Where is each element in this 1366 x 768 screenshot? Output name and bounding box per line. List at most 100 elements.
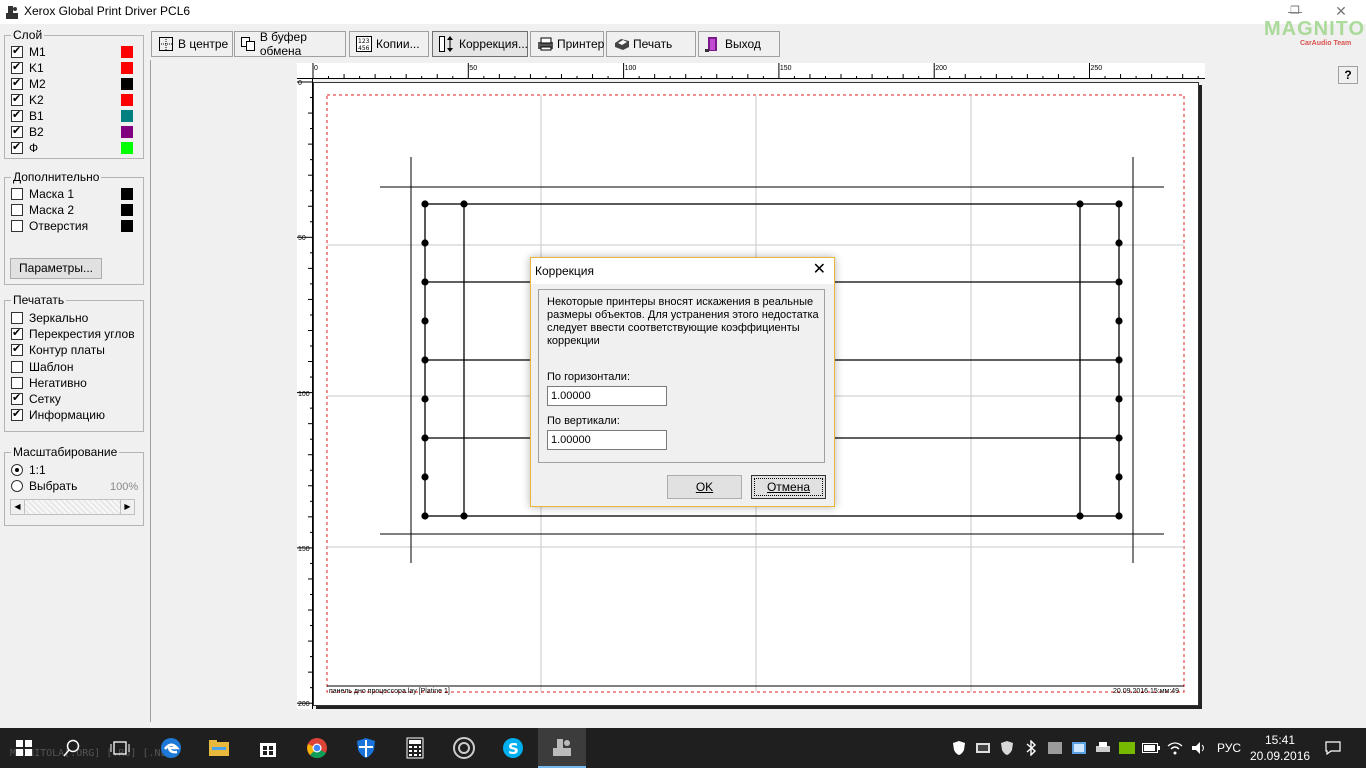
print-option-checkbox[interactable] [11, 327, 23, 341]
vertical-input[interactable] [547, 430, 667, 450]
radio-custom[interactable] [11, 480, 23, 492]
task-view-icon[interactable] [96, 728, 144, 768]
defender-icon[interactable] [342, 728, 390, 768]
layer-row[interactable]: Ф [11, 141, 38, 155]
extra-checkbox[interactable] [11, 188, 23, 200]
print-option-row[interactable]: Информацию [11, 408, 105, 422]
print-option-checkbox[interactable] [11, 312, 23, 324]
network-drive-tray-icon[interactable] [972, 728, 994, 768]
layer-color-swatch[interactable] [121, 142, 133, 154]
layer-checkbox[interactable] [11, 109, 23, 122]
device-tray-icon[interactable] [1044, 728, 1066, 768]
print-option-checkbox[interactable] [11, 392, 23, 405]
scale-option-1to1[interactable]: 1:1 [11, 463, 46, 477]
slider-right-arrow-icon[interactable]: ▶ [120, 500, 134, 514]
calculator-icon[interactable] [391, 728, 439, 768]
print-option-row[interactable]: Сетку [11, 392, 61, 406]
volume-icon[interactable] [1188, 728, 1210, 768]
print-button[interactable]: Печать [606, 31, 696, 57]
scale-option-1to1-label: 1:1 [29, 463, 46, 477]
print-option-checkbox[interactable] [11, 408, 23, 422]
layer-row[interactable]: B2 [11, 125, 44, 139]
extra-color-swatch[interactable] [121, 220, 133, 232]
print-option-checkbox[interactable] [11, 343, 23, 357]
print-option-checkbox[interactable] [11, 376, 23, 389]
store-icon[interactable] [244, 728, 292, 768]
ruler-horizontal: 0 50 100 150 200 250 [297, 63, 1205, 79]
file-explorer-icon[interactable] [195, 728, 243, 768]
extra-checkbox[interactable] [11, 220, 23, 232]
print-option-row[interactable]: Негативно [11, 376, 87, 390]
shield-tray-icon[interactable] [996, 728, 1018, 768]
print-option-checkbox[interactable] [11, 360, 23, 373]
layer-color-swatch[interactable] [121, 46, 133, 58]
dialog-close-button[interactable]: ✕ [813, 261, 826, 279]
print-option-row[interactable]: Перекрестия углов [11, 327, 135, 341]
layer-color-swatch[interactable] [121, 110, 133, 122]
layer-color-swatch[interactable] [121, 126, 133, 138]
layer-color-swatch[interactable] [121, 94, 133, 106]
layer-checkbox[interactable] [11, 77, 23, 90]
layer-color-swatch[interactable] [121, 62, 133, 74]
layer-row[interactable]: M2 [11, 77, 46, 91]
pcb-pad [421, 356, 429, 364]
printer-button[interactable]: Принтер [530, 31, 604, 57]
params-button[interactable]: Параметры... [10, 258, 102, 279]
layer-checkbox[interactable] [11, 141, 23, 154]
print-option-row[interactable]: Контур платы [11, 343, 105, 357]
bluetooth-icon[interactable] [1020, 728, 1042, 768]
nvidia-icon[interactable] [1116, 728, 1138, 768]
ok-button[interactable]: OK [667, 475, 742, 499]
cancel-button[interactable]: Отмена [751, 475, 826, 499]
print-option-label: Зеркально [29, 311, 89, 325]
print-option-row[interactable]: Зеркально [11, 311, 88, 325]
skype-icon[interactable]: S [489, 728, 537, 768]
layer-checkbox[interactable] [11, 45, 23, 58]
layer-checkbox[interactable] [11, 125, 23, 138]
security-tray-icon[interactable] [948, 728, 970, 768]
center-label: В центре [178, 37, 229, 51]
slider-left-arrow-icon[interactable]: ◀ [11, 500, 25, 514]
exit-button[interactable]: Выход [698, 31, 780, 57]
notifications-icon[interactable] [1318, 728, 1348, 768]
language-indicator[interactable]: РУС [1212, 728, 1246, 768]
clock[interactable]: 15:41 20.09.2016 [1250, 732, 1310, 764]
display-tray-icon[interactable] [1068, 728, 1090, 768]
extra-color-swatch[interactable] [121, 188, 133, 200]
layer-row[interactable]: K1 [11, 61, 44, 75]
extra-row[interactable]: Отверстия [11, 219, 88, 233]
layer-row[interactable]: M1 [11, 45, 46, 59]
center-button[interactable]: В центре [151, 31, 233, 57]
chrome-icon[interactable] [293, 728, 341, 768]
clipboard-button[interactable]: В буфер обмена [234, 30, 346, 58]
correction-button[interactable]: Коррекция... [432, 31, 528, 57]
edge-icon[interactable] [147, 728, 195, 768]
extra-color-swatch[interactable] [121, 204, 133, 216]
help-button[interactable]: ? [1338, 66, 1358, 84]
pcb-pad [421, 434, 429, 442]
layer-color-swatch[interactable] [121, 78, 133, 90]
scale-slider[interactable]: ◀ ▶ [10, 499, 135, 515]
layer-row[interactable]: K2 [11, 93, 44, 107]
media-icon[interactable] [440, 728, 488, 768]
printer-tray-icon[interactable] [1092, 728, 1114, 768]
extra-row[interactable]: Маска 2 [11, 203, 74, 217]
print-option-row[interactable]: Шаблон [11, 360, 73, 374]
pcb-pad [421, 512, 429, 520]
layer-checkbox[interactable] [11, 93, 23, 106]
wifi-icon[interactable] [1164, 728, 1186, 768]
battery-icon[interactable] [1140, 728, 1162, 768]
printer-app-icon[interactable] [538, 728, 586, 768]
extra-checkbox[interactable] [11, 204, 23, 216]
horizontal-input[interactable] [547, 386, 667, 406]
extra-row[interactable]: Маска 1 [11, 187, 74, 201]
search-icon[interactable] [48, 728, 96, 768]
copies-button[interactable]: 123 456 Копии... [349, 31, 429, 57]
start-button[interactable] [0, 728, 48, 768]
radio-1to1[interactable] [11, 464, 23, 476]
layer-checkbox[interactable] [11, 61, 23, 74]
layer-row[interactable]: B1 [11, 109, 44, 123]
svg-text:S: S [508, 740, 519, 758]
scale-option-custom[interactable]: Выбрать [11, 479, 77, 493]
grid-icon [158, 36, 174, 52]
